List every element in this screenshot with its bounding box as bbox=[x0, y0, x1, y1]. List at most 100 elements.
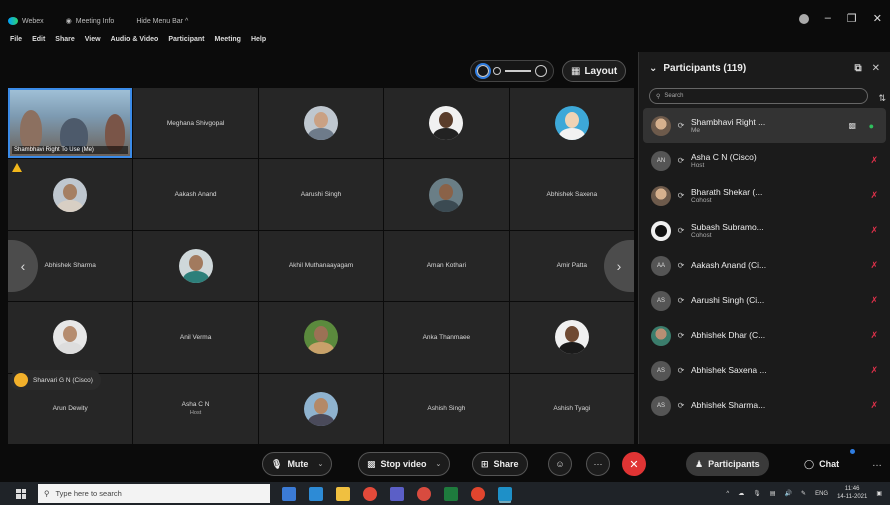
webex-app-icon[interactable] bbox=[498, 486, 512, 501]
chevron-down-icon[interactable]: ⌄ bbox=[317, 460, 323, 468]
microphone-tray-icon[interactable]: 🎙 bbox=[753, 490, 761, 497]
mic-muted-icon[interactable]: ✗ bbox=[870, 260, 878, 271]
mute-button[interactable]: 🎙 Mute ⌄ bbox=[262, 452, 333, 476]
participant-tile[interactable] bbox=[8, 159, 133, 230]
cloud-icon[interactable]: ☁ bbox=[738, 490, 744, 497]
participant-tile[interactable]: Aarushi Singh bbox=[258, 159, 384, 230]
hide-menu-bar-button[interactable]: Hide Menu Bar ^ bbox=[136, 18, 188, 25]
taskbar-search-placeholder: Type here to search bbox=[55, 489, 122, 498]
participant-tile[interactable]: Meghana Shivgopal bbox=[133, 88, 258, 159]
meeting-info-button[interactable]: ◉ Meeting Info bbox=[65, 17, 115, 26]
collapse-panel-icon[interactable]: ⌄ bbox=[649, 63, 657, 74]
participant-tile[interactable] bbox=[509, 302, 634, 373]
taskbar-search-input[interactable]: ⚲ Type here to search bbox=[38, 484, 270, 503]
mic-muted-icon[interactable]: ✗ bbox=[870, 155, 878, 166]
mic-muted-icon[interactable]: ✗ bbox=[870, 400, 878, 411]
slider-handle[interactable] bbox=[493, 67, 501, 75]
chevron-down-icon[interactable]: ⌄ bbox=[436, 460, 442, 468]
close-window-button[interactable]: ✕ bbox=[873, 12, 882, 25]
participant-tile[interactable]: Aakash Anand bbox=[133, 159, 258, 230]
mic-muted-icon[interactable]: ✗ bbox=[870, 365, 878, 376]
language-indicator[interactable]: ENG bbox=[815, 491, 828, 497]
participant-tile[interactable] bbox=[258, 373, 384, 444]
menu-file[interactable]: File bbox=[10, 36, 22, 50]
participant-row[interactable]: ⟳ Shambhavi Right ... Me ▩ ● bbox=[643, 108, 886, 143]
more-options-button[interactable]: ··· bbox=[586, 452, 610, 476]
teams-app-icon[interactable] bbox=[390, 486, 404, 501]
popout-icon[interactable]: ⧉ bbox=[854, 63, 861, 74]
participant-tile[interactable] bbox=[258, 302, 384, 373]
windows-start-icon[interactable] bbox=[16, 488, 26, 499]
minimize-button[interactable]: – bbox=[825, 12, 831, 25]
leave-meeting-button[interactable]: ✕ bbox=[622, 452, 646, 476]
mic-muted-icon[interactable]: ✗ bbox=[870, 330, 878, 341]
participant-row[interactable]: AS ⟳ Abhishek Sharma... ✗ bbox=[639, 388, 890, 423]
participant-tile[interactable]: Akhil Muthanaayagam bbox=[258, 230, 384, 302]
network-icon[interactable]: ▤ bbox=[770, 490, 776, 497]
participant-tile[interactable] bbox=[258, 88, 384, 159]
participant-row[interactable]: ⟳ Abhishek Dhar (C... ✗ bbox=[639, 318, 890, 353]
participant-row[interactable]: AA ⟳ Aakash Anand (Ci... ✗ bbox=[639, 248, 890, 283]
notifications-icon[interactable]: ▣ bbox=[876, 490, 882, 497]
overflow-menu-icon[interactable]: … bbox=[872, 458, 882, 469]
participant-tile[interactable]: Asha C N Host bbox=[133, 373, 258, 444]
info-icon: ◉ bbox=[65, 18, 72, 25]
participant-tile[interactable] bbox=[384, 159, 509, 230]
chat-button[interactable]: ◯ Chat bbox=[796, 452, 847, 476]
menu-meeting[interactable]: Meeting bbox=[215, 36, 241, 50]
participant-tile[interactable]: Anil Verma bbox=[133, 302, 258, 373]
task-view-app-icon[interactable] bbox=[282, 486, 296, 501]
participant-row[interactable]: AS ⟳ Aarushi Singh (Ci... ✗ bbox=[639, 283, 890, 318]
slider-track[interactable] bbox=[505, 70, 531, 72]
participants-button[interactable]: ♟ Participants bbox=[686, 452, 769, 476]
mic-muted-icon[interactable]: ✗ bbox=[870, 190, 878, 201]
menu-share[interactable]: Share bbox=[55, 36, 74, 50]
participant-tile[interactable]: Ashish Singh bbox=[384, 373, 509, 444]
participant-tile[interactable] bbox=[8, 302, 133, 373]
chrome-app-icon[interactable] bbox=[363, 486, 377, 501]
self-video-tile[interactable]: Shambhavi Right To Use (Me) bbox=[8, 88, 133, 159]
participant-search-input[interactable]: ⚲ Search bbox=[649, 88, 868, 104]
app-icon[interactable] bbox=[471, 486, 485, 501]
participant-row[interactable]: AN ⟳ Asha C N (Cisco) Host ✗ bbox=[639, 143, 890, 178]
participant-row[interactable]: ⟳ Bharath Shekar (... Cohost ✗ bbox=[639, 178, 890, 213]
excel-app-icon[interactable] bbox=[444, 486, 458, 501]
participant-tile[interactable] bbox=[509, 88, 634, 159]
user-avatar-icon[interactable] bbox=[798, 14, 809, 24]
menu-view[interactable]: View bbox=[85, 36, 101, 50]
menu-help[interactable]: Help bbox=[251, 36, 266, 50]
tile-size-slider[interactable] bbox=[470, 60, 554, 82]
participant-tile[interactable] bbox=[133, 230, 258, 302]
large-tiles-icon[interactable] bbox=[535, 65, 547, 77]
chevron-up-icon[interactable]: ^ bbox=[726, 491, 729, 497]
clock[interactable]: 11:46 14-11-2021 bbox=[837, 486, 867, 500]
participant-tile[interactable]: Aman Kothari bbox=[384, 230, 509, 302]
mic-on-icon[interactable]: ● bbox=[869, 121, 874, 131]
reactions-button[interactable]: ☺ bbox=[548, 452, 572, 476]
participant-tile[interactable]: Anka Thanmaee bbox=[384, 302, 509, 373]
volume-icon[interactable]: 🔊 bbox=[785, 490, 792, 497]
edge-app-icon[interactable] bbox=[309, 486, 323, 501]
participant-tile[interactable]: Abhishek Saxena bbox=[509, 159, 634, 230]
mic-muted-icon[interactable]: ✗ bbox=[870, 225, 878, 236]
layout-button[interactable]: ▦ Layout bbox=[562, 60, 627, 82]
file-explorer-app-icon[interactable] bbox=[336, 486, 350, 501]
participant-avatar bbox=[53, 320, 88, 355]
mic-muted-icon[interactable]: ✗ bbox=[870, 295, 878, 306]
participant-row[interactable]: ⟳ Subash Subramo... Cohost ✗ bbox=[639, 213, 890, 248]
close-panel-icon[interactable]: ✕ bbox=[872, 63, 880, 74]
browser-app-icon[interactable] bbox=[417, 486, 431, 501]
share-button[interactable]: ⊞ Share bbox=[472, 452, 528, 476]
taskbar-apps bbox=[282, 486, 512, 501]
menu-edit[interactable]: Edit bbox=[32, 36, 45, 50]
stop-video-button[interactable]: ▩ Stop video ⌄ bbox=[358, 452, 451, 476]
restore-button[interactable]: ❐ bbox=[847, 12, 857, 25]
sort-icon[interactable]: ⇅ bbox=[878, 93, 886, 104]
participant-row[interactable]: AS ⟳ Abhishek Saxena ... ✗ bbox=[639, 353, 890, 388]
small-tiles-icon[interactable] bbox=[477, 65, 489, 77]
participant-tile[interactable]: Ashish Tyagi bbox=[509, 373, 634, 444]
menu-participant[interactable]: Participant bbox=[168, 36, 204, 50]
participant-tile[interactable] bbox=[384, 88, 509, 159]
pen-icon[interactable]: ✎ bbox=[801, 490, 806, 497]
menu-audio-video[interactable]: Audio & Video bbox=[111, 36, 159, 50]
